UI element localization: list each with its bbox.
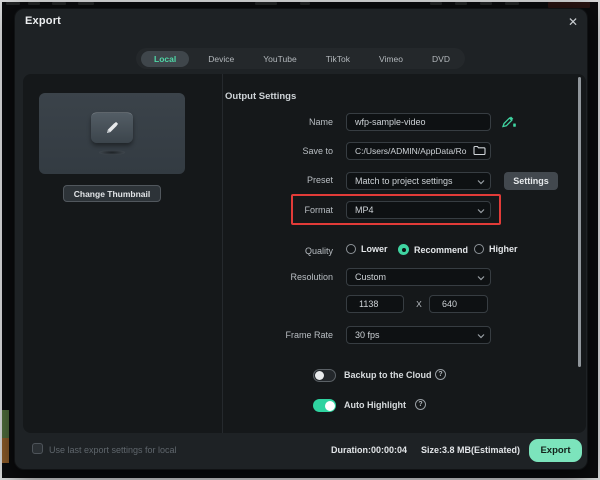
radio-icon (346, 244, 356, 254)
name-input[interactable]: wfp-sample-video (346, 113, 491, 131)
quality-label: Quality (304, 246, 333, 256)
help-icon[interactable]: ? (435, 369, 446, 380)
resolution-label: Resolution (290, 272, 333, 282)
radio-quality-higher[interactable]: Higher (474, 244, 518, 254)
tab-tiktok[interactable]: TikTok (316, 51, 360, 67)
tab-vimeo[interactable]: Vimeo (369, 51, 413, 67)
backup-cloud-label: Backup to the Cloud (344, 370, 432, 380)
background-menu-hint (52, 2, 66, 5)
resolution-dropdown[interactable]: Custom (346, 268, 491, 286)
size-estimate-value: Size:3.8 MB(Estimated) (421, 445, 521, 455)
pencil-icon (104, 120, 120, 136)
change-thumbnail-button[interactable]: Change Thumbnail (63, 185, 161, 202)
background-menu-hint (255, 2, 277, 5)
background-clip-orange (2, 438, 9, 463)
video-thumbnail-preview (39, 93, 185, 174)
chevron-down-icon (477, 179, 485, 185)
folder-icon[interactable] (473, 145, 486, 156)
settings-button[interactable]: Settings (504, 172, 558, 190)
background-menu-hint (6, 2, 20, 5)
background-menu-hint (78, 2, 94, 5)
chevron-down-icon (477, 208, 485, 214)
backup-cloud-toggle[interactable] (313, 369, 336, 382)
radio-quality-recommend[interactable]: Recommend (398, 244, 468, 255)
preset-value: Match to project settings (355, 176, 453, 186)
preset-dropdown[interactable]: Match to project settings (346, 172, 491, 190)
edit-thumbnail-button[interactable] (91, 112, 133, 143)
duration-value: Duration:00:00:04 (331, 445, 408, 455)
format-label: Format (304, 205, 333, 215)
resolution-height-input[interactable]: 640 (429, 295, 488, 313)
tab-youtube[interactable]: YouTube (253, 51, 306, 67)
background-menu-hint (300, 2, 310, 5)
name-label: Name (308, 117, 333, 127)
radio-selected-icon (398, 244, 409, 255)
auto-highlight-label: Auto Highlight (344, 400, 406, 410)
output-settings-heading: Output Settings (225, 91, 297, 102)
resolution-separator: X (416, 299, 422, 309)
save-to-label: Save to (302, 146, 333, 156)
background-toolbar-hint (430, 2, 442, 5)
content-panel: Change Thumbnail Output Settings Name wf… (23, 74, 586, 433)
preset-label: Preset (306, 175, 333, 185)
radio-label: Recommend (414, 244, 469, 255)
background-toolbar-hint (480, 2, 492, 5)
format-dropdown[interactable]: MP4 (346, 201, 491, 219)
background-toolbar-hint (505, 2, 519, 5)
resolution-width-input[interactable]: 1138 (346, 295, 404, 313)
screen-background: Export ✕ Local Device YouTube TikTok Vim… (0, 0, 600, 480)
tab-local[interactable]: Local (141, 50, 190, 67)
export-target-tabs: Local Device YouTube TikTok Vimeo DVD (136, 48, 465, 69)
auto-highlight-toggle[interactable] (313, 399, 336, 412)
panel-scrollbar[interactable] (578, 77, 581, 367)
use-last-settings-label: Use last export settings for local (49, 445, 177, 455)
radio-quality-lower[interactable]: Lower (346, 244, 388, 254)
ai-rename-icon[interactable] (501, 115, 517, 129)
tab-dvd[interactable]: DVD (422, 51, 460, 67)
background-clip-green (2, 410, 9, 438)
chevron-down-icon (477, 275, 485, 281)
resolution-value: Custom (355, 272, 387, 282)
frame-rate-label: Frame Rate (285, 330, 333, 340)
radio-icon (474, 244, 484, 254)
close-icon[interactable]: ✕ (563, 12, 583, 32)
export-dialog: Export ✕ Local Device YouTube TikTok Vim… (14, 8, 588, 470)
radio-label: Lower (361, 244, 388, 254)
background-toolbar-hint (455, 2, 467, 5)
dialog-title: Export (25, 15, 62, 27)
tab-device[interactable]: Device (198, 51, 244, 67)
chevron-down-icon (477, 333, 485, 339)
radio-label: Higher (489, 244, 518, 254)
format-value: MP4 (355, 205, 374, 215)
frame-rate-value: 30 fps (355, 330, 380, 340)
help-icon[interactable]: ? (415, 399, 426, 410)
export-button[interactable]: Export (529, 439, 582, 462)
background-menu-hint (28, 2, 40, 5)
frame-rate-dropdown[interactable]: 30 fps (346, 326, 491, 344)
save-to-input[interactable]: C:/Users/ADMIN/AppData/Ro (346, 142, 491, 160)
thumbnail-reflection (99, 150, 125, 155)
use-last-settings-checkbox[interactable] (32, 443, 43, 454)
